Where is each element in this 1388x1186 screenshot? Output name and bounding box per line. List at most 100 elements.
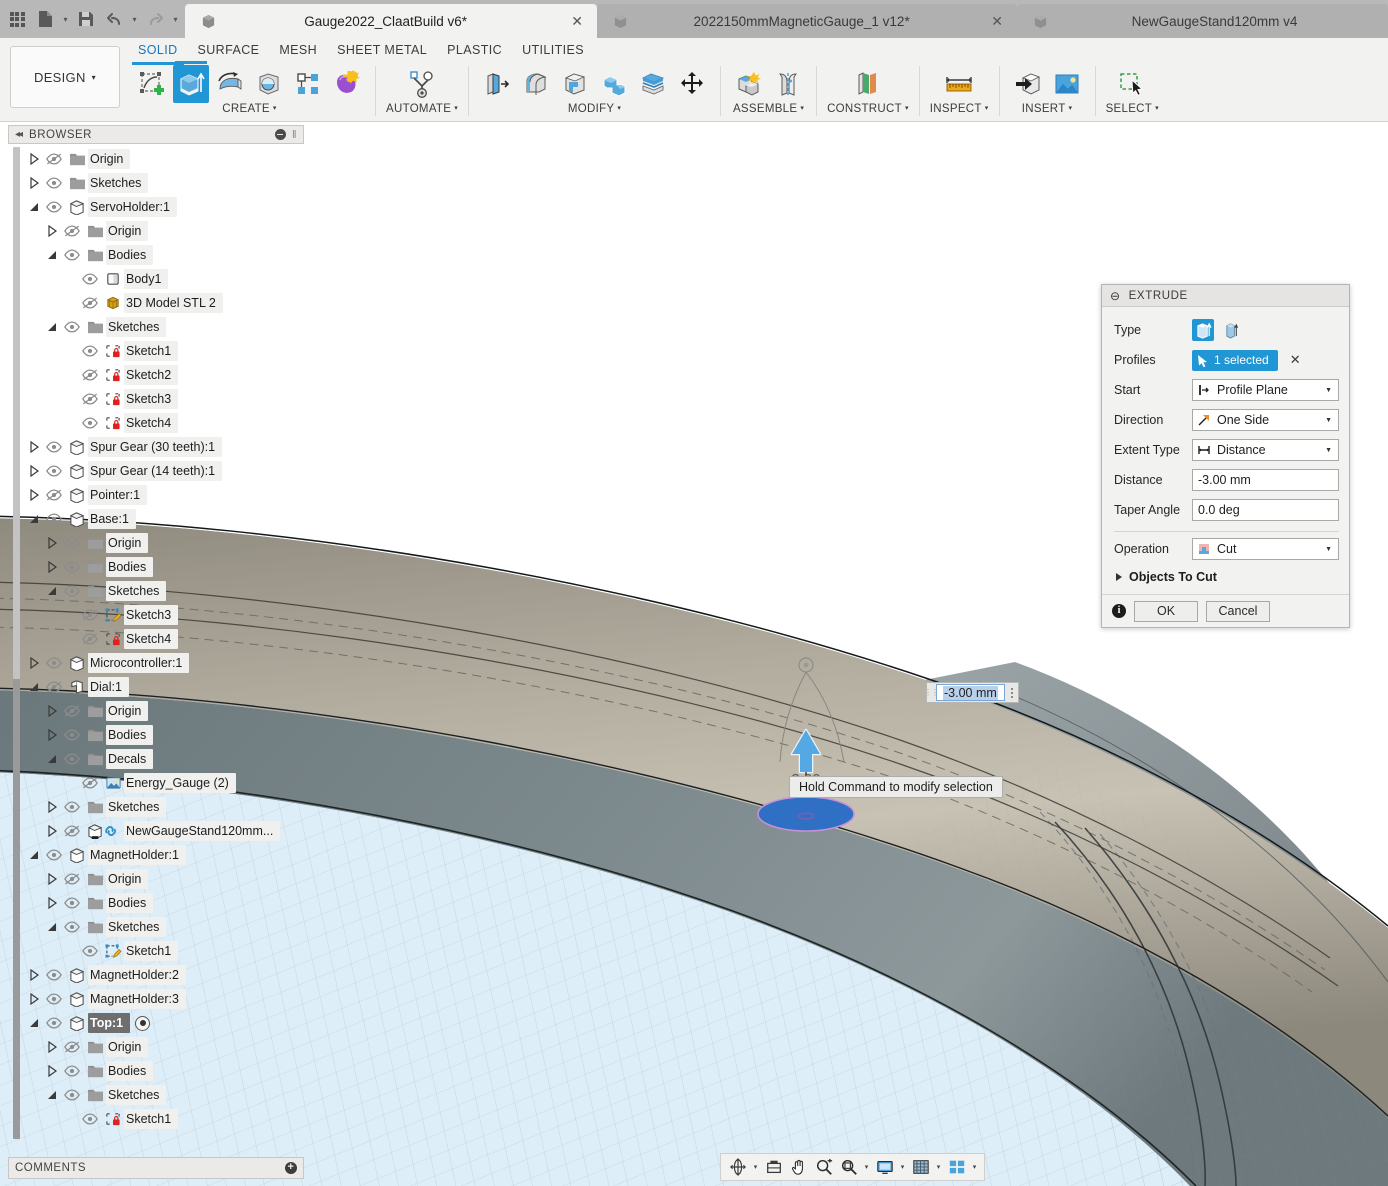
viewports-icon[interactable]: [944, 1154, 969, 1180]
offset-plane-icon[interactable]: [850, 65, 886, 103]
tree-item-origin[interactable]: Origin: [26, 531, 304, 555]
select-cursor-icon[interactable]: [1114, 65, 1150, 103]
tree-item-bodies[interactable]: Bodies: [26, 555, 304, 579]
new-file-icon[interactable]: [32, 4, 58, 34]
fit-icon[interactable]: [836, 1154, 861, 1180]
twisty-collapsed-icon[interactable]: [44, 1059, 60, 1083]
twisty-collapsed-icon[interactable]: [26, 963, 42, 987]
eye-hidden-icon[interactable]: [78, 771, 102, 795]
eye-hidden-icon[interactable]: [42, 675, 66, 699]
document-tab-1[interactable]: 2022150mmMagneticGauge_1 v12* ✕: [597, 4, 1017, 38]
eye-visible-icon[interactable]: [60, 1059, 84, 1083]
eye-hidden-icon[interactable]: [78, 363, 102, 387]
tree-item-sketches[interactable]: Sketches: [26, 579, 304, 603]
twisty-collapsed-icon[interactable]: [44, 723, 60, 747]
panel-label-automate[interactable]: AUTOMATE ▾: [386, 103, 458, 115]
insert-derive-icon[interactable]: [1010, 65, 1046, 103]
eye-hidden-icon[interactable]: [42, 147, 66, 171]
tree-item-energy-gauge-2[interactable]: Energy_Gauge (2): [26, 771, 304, 795]
eye-hidden-icon[interactable]: [60, 531, 84, 555]
dimension-value-field[interactable]: -3.00 mm: [936, 684, 1005, 701]
tree-item-sketches[interactable]: Sketches: [26, 171, 304, 195]
eye-visible-icon[interactable]: [78, 411, 102, 435]
eye-visible-icon[interactable]: [60, 795, 84, 819]
zoom-icon[interactable]: [811, 1154, 836, 1180]
create-sketch-icon[interactable]: [134, 65, 170, 103]
fillet-icon[interactable]: [518, 65, 554, 103]
tree-item-bodies[interactable]: Bodies: [26, 1059, 304, 1083]
tree-item-origin[interactable]: Origin: [26, 1035, 304, 1059]
operation-dropdown[interactable]: Cut ▼: [1192, 538, 1339, 560]
tree-item-magnetholder-1[interactable]: MagnetHolder:1: [26, 843, 304, 867]
pan-icon[interactable]: [786, 1154, 811, 1180]
eye-visible-icon[interactable]: [60, 747, 84, 771]
twisty-expanded-icon[interactable]: [26, 195, 42, 219]
ribbon-tab-surface[interactable]: SURFACE: [188, 38, 270, 62]
twisty-expanded-icon[interactable]: [44, 243, 60, 267]
workspace-selector[interactable]: DESIGN ▾: [10, 46, 120, 108]
eye-visible-icon[interactable]: [78, 267, 102, 291]
new-component-icon[interactable]: [731, 65, 767, 103]
dimension-options-icon[interactable]: [1006, 687, 1018, 698]
tree-item-microcontroller-1[interactable]: Microcontroller:1: [26, 651, 304, 675]
ribbon-tab-solid[interactable]: SOLID: [128, 38, 188, 65]
shell-icon[interactable]: [557, 65, 593, 103]
revolve-icon[interactable]: [212, 65, 248, 103]
eye-hidden-icon[interactable]: [78, 603, 102, 627]
eye-visible-icon[interactable]: [42, 987, 66, 1011]
ribbon-tab-plastic[interactable]: PLASTIC: [437, 38, 512, 62]
tree-item-sketch1[interactable]: Sketch1: [26, 339, 304, 363]
tree-item-newgaugestand120mm[interactable]: NewGaugeStand120mm...: [26, 819, 304, 843]
profiles-selection-chip[interactable]: 1 selected: [1192, 349, 1278, 371]
twisty-collapsed-icon[interactable]: [44, 819, 60, 843]
start-dropdown[interactable]: Profile Plane ▼: [1192, 379, 1339, 401]
tree-item-sketch1[interactable]: Sketch1: [26, 939, 304, 963]
tree-item-decals[interactable]: Decals: [26, 747, 304, 771]
twisty-collapsed-icon[interactable]: [26, 147, 42, 171]
tree-item-dial-1[interactable]: Dial:1: [26, 675, 304, 699]
eye-visible-icon[interactable]: [42, 435, 66, 459]
redo-icon[interactable]: [142, 4, 168, 34]
combine-icon[interactable]: [596, 65, 632, 103]
extent-type-dropdown[interactable]: Distance ▼: [1192, 439, 1339, 461]
twisty-collapsed-icon[interactable]: [26, 171, 42, 195]
tree-item-body1[interactable]: Body1: [26, 267, 304, 291]
eye-hidden-icon[interactable]: [78, 291, 102, 315]
display-settings-icon[interactable]: [872, 1154, 897, 1180]
eye-hidden-icon[interactable]: [78, 387, 102, 411]
drag-grip-icon[interactable]: ⋮⋮: [924, 683, 939, 702]
automate-icon[interactable]: [404, 65, 440, 103]
eye-hidden-icon[interactable]: [42, 483, 66, 507]
eye-visible-icon[interactable]: [60, 243, 84, 267]
tree-item-sketches[interactable]: Sketches: [26, 1083, 304, 1107]
document-tab-close-0[interactable]: ✕: [555, 13, 583, 30]
tree-item-pointer-1[interactable]: Pointer:1: [26, 483, 304, 507]
eye-visible-icon[interactable]: [42, 507, 66, 531]
tree-item-sketch4[interactable]: Sketch4: [26, 627, 304, 651]
eye-hidden-icon[interactable]: [78, 627, 102, 651]
twisty-expanded-icon[interactable]: [44, 315, 60, 339]
extrude-profile-type-icon[interactable]: [1192, 319, 1214, 341]
ok-button[interactable]: OK: [1134, 600, 1198, 622]
viewports-caret-icon[interactable]: ▾: [969, 1154, 980, 1180]
document-tab-close-1[interactable]: ✕: [975, 13, 1003, 30]
twisty-collapsed-icon[interactable]: [26, 651, 42, 675]
eye-visible-icon[interactable]: [42, 1011, 66, 1035]
extrude-edge-type-icon[interactable]: [1221, 319, 1243, 341]
activate-component-radio[interactable]: [135, 1015, 151, 1031]
twisty-expanded-icon[interactable]: [44, 747, 60, 771]
tree-item-top-1[interactable]: Top:1: [26, 1011, 304, 1035]
new-file-caret-icon[interactable]: ▾: [60, 4, 71, 34]
tree-item-sketch3[interactable]: Sketch3: [26, 603, 304, 627]
twisty-collapsed-icon[interactable]: [26, 987, 42, 1011]
ribbon-tab-sheet-metal[interactable]: SHEET METAL: [327, 38, 437, 62]
panel-label-construct[interactable]: CONSTRUCT ▾: [827, 103, 909, 115]
tree-item-servoholder-1[interactable]: ServoHolder:1: [26, 195, 304, 219]
collapse-icon[interactable]: ⊖: [1110, 289, 1121, 303]
browser-scrollbar[interactable]: [13, 147, 20, 1139]
eye-visible-icon[interactable]: [60, 723, 84, 747]
measure-icon[interactable]: [941, 65, 977, 103]
panel-label-select[interactable]: SELECT ▾: [1106, 103, 1159, 115]
eye-visible-icon[interactable]: [78, 339, 102, 363]
tree-item-bodies[interactable]: Bodies: [26, 723, 304, 747]
